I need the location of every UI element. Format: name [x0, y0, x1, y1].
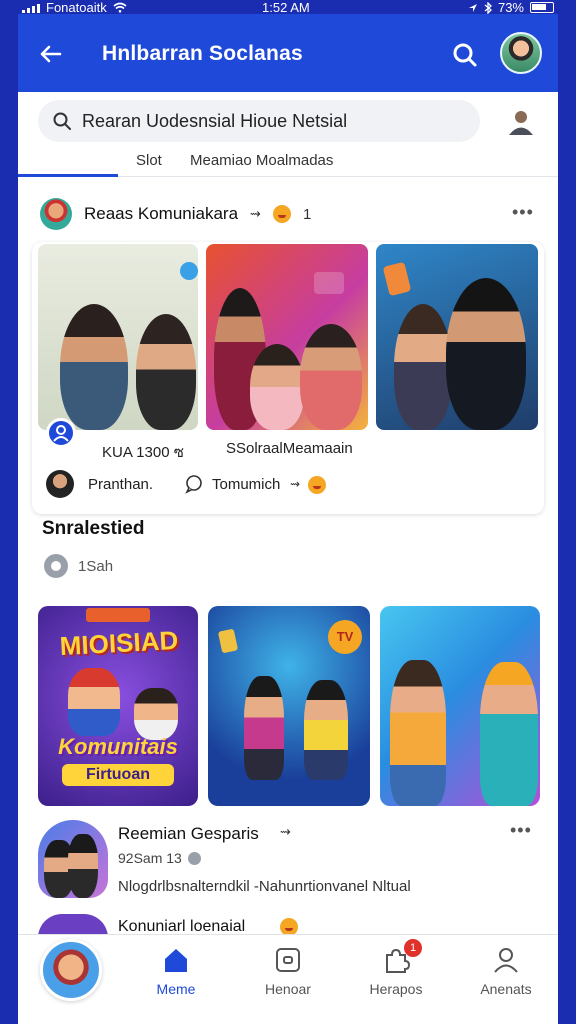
notification-badge: 1: [404, 939, 422, 957]
post-header: Reaas Komuniakara ⇝ 1: [40, 198, 311, 230]
nav-label-anenats: Anenats: [480, 981, 532, 997]
nav-item-herapos[interactable]: 1 Herapos: [356, 939, 436, 1005]
section-time-label: 1Sah: [78, 557, 114, 575]
character-figure: [68, 668, 120, 736]
person-figure: [136, 314, 196, 430]
section-time: 1Sah: [44, 554, 113, 578]
app-header: Hnlbarran Soclanas: [18, 14, 558, 92]
nav-label-home: Meme: [156, 981, 196, 997]
back-arrow-icon[interactable]: [34, 38, 66, 70]
person-figure: [394, 304, 452, 430]
post-time: 92Sam 13: [118, 850, 201, 866]
emoji-icon: [272, 205, 291, 223]
game-tile-2[interactable]: TV: [208, 606, 370, 806]
profile-avatar[interactable]: [500, 32, 542, 74]
decoration-shape: [180, 262, 198, 280]
arrow-icon: ⇝: [290, 477, 301, 491]
more-options-icon[interactable]: •••: [512, 202, 534, 223]
globe-icon: [187, 851, 201, 865]
status-time: 1:52 AM: [262, 0, 310, 15]
more-options-icon[interactable]: •••: [510, 820, 532, 841]
person-figure: [60, 304, 128, 430]
search-input[interactable]: Rearan Uodesnsial Hioue Netsial: [38, 100, 480, 142]
battery-icon: [530, 2, 554, 13]
character-figure: [244, 676, 284, 780]
carrier-label: Fonatoaitk: [46, 0, 107, 15]
clock-icon: [44, 554, 68, 578]
game-title: MIOISIAD: [59, 624, 179, 662]
app-screen: Hnlbarran Soclanas Rearan Uodesnsial Hio…: [18, 14, 558, 1024]
card-icon: [217, 628, 239, 654]
post-time-label: 92Sam 13: [118, 850, 182, 866]
photo-2[interactable]: [206, 244, 368, 430]
signal-icon: [22, 3, 40, 13]
status-right: 73%: [468, 0, 554, 15]
search-placeholder: Rearan Uodesnsial Hioue Netsial: [82, 110, 348, 131]
wifi-icon: [113, 2, 127, 13]
tab-bar: Slot Meamiao Moalmadas: [18, 150, 558, 178]
comment-icon[interactable]: [184, 474, 204, 494]
search-icon[interactable]: [450, 40, 480, 70]
post-count: 1: [302, 205, 312, 223]
person-figure: [68, 834, 98, 898]
photo-caption-row: KUA 1300 ซ SSolraalMeamaain: [32, 434, 544, 464]
comment-text[interactable]: Tomumich: [212, 476, 280, 493]
game-subtitle: Komunitais: [58, 734, 178, 759]
arrow-icon: ⇝: [250, 206, 261, 221]
tab-meamiao[interactable]: Meamiao Moalmadas: [190, 152, 333, 169]
nav-label-henoar: Henoar: [265, 981, 311, 997]
page-title: Hnlbarran Soclanas: [102, 42, 303, 65]
person-figure: [446, 278, 526, 430]
post-thumbnail[interactable]: [38, 820, 108, 898]
post-author-name[interactable]: Reaas Komuniakara: [84, 204, 238, 224]
game-tag: [86, 608, 150, 622]
status-left: Fonatoaitk: [22, 0, 127, 15]
decoration-shape: [382, 261, 412, 297]
person-figure: [300, 324, 362, 430]
game-tile-1[interactable]: MIOISIAD Komunitais Firtuoan: [38, 606, 198, 806]
nav-item-anenats[interactable]: Anenats: [466, 945, 546, 1005]
arrow-icon: ⇝: [280, 824, 291, 839]
bottom-nav: Meme Henoar 1 Herapos Anenats: [18, 934, 558, 1024]
section-title: Snralestied: [42, 518, 145, 539]
search-row: Rearan Uodesnsial Hioue Netsial: [18, 100, 558, 144]
profile-icon: [494, 948, 518, 973]
decoration-shape: [314, 272, 344, 294]
emoji-icon: [308, 476, 326, 494]
post-author-name[interactable]: Reemian Gesparis: [118, 824, 259, 844]
nav-item-henoar[interactable]: Henoar: [248, 945, 328, 1005]
game-caption: Firtuoan: [62, 764, 174, 786]
photo-caption-right: SSolraalMeamaain: [226, 440, 353, 457]
avatar[interactable]: [40, 198, 72, 230]
photo-card[interactable]: KUA 1300 ซ SSolraalMeamaain Pranthan. To…: [32, 242, 544, 514]
home-icon: [165, 949, 187, 972]
tab-active-indicator: [18, 174, 118, 177]
avatar[interactable]: [46, 470, 74, 498]
photo-caption-left: KUA 1300 ซ: [102, 444, 184, 461]
nav-item-home[interactable]: Meme: [136, 945, 216, 1005]
person-figure: [250, 344, 304, 430]
battery-percent: 73%: [497, 0, 524, 15]
tab-slot[interactable]: Slot: [136, 152, 162, 169]
character-figure: [480, 662, 538, 806]
photo-3[interactable]: [376, 244, 538, 430]
reaction-author[interactable]: Pranthan.: [88, 476, 153, 493]
reaction-row: Pranthan. Tomumich ⇝: [32, 468, 544, 504]
photo-1[interactable]: [38, 244, 198, 430]
nav-label-herapos: Herapos: [369, 981, 423, 997]
character-figure: [390, 660, 446, 806]
bluetooth-icon: [484, 1, 492, 14]
post-description: Nlogdrlbsnalterndkil -Nahunrtionvanel Nl…: [118, 878, 411, 895]
search-icon: [53, 112, 71, 130]
post-item[interactable]: Reemian Gesparis ⇝ 92Sam 13 Nlogdrlbsnal…: [38, 820, 538, 906]
user-icon[interactable]: [506, 108, 536, 136]
character-figure: [134, 688, 178, 740]
square-icon: [276, 948, 300, 972]
game-gallery: MIOISIAD Komunitais Firtuoan TV: [38, 606, 540, 806]
nav-avatar[interactable]: [40, 939, 102, 1001]
game-tile-3[interactable]: [380, 606, 540, 806]
character-figure: [304, 680, 348, 780]
location-icon: [468, 3, 477, 12]
tv-badge: TV: [328, 620, 362, 654]
